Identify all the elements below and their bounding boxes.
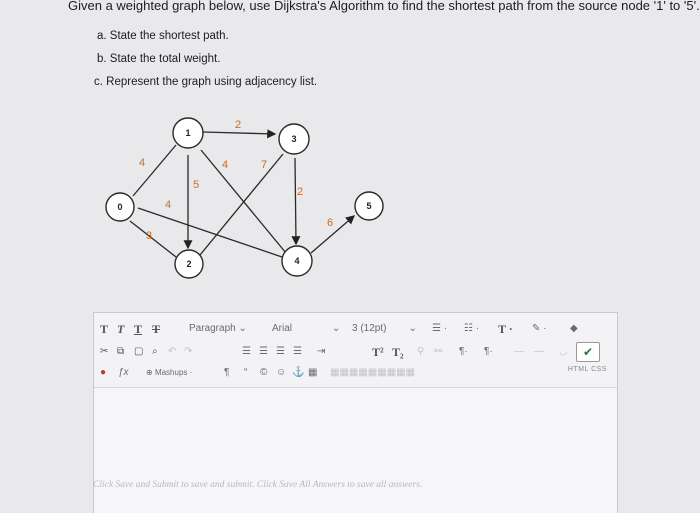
chevron-down-icon: ⌄ — [238, 323, 247, 334]
pilcrow-icon[interactable]: ¶ — [224, 363, 229, 383]
weight-1-3: 2 — [235, 119, 241, 131]
weight-4-5: 6 — [327, 217, 333, 229]
node-5 — [354, 191, 384, 221]
edge-4-5 — [310, 215, 355, 254]
weight-1-2: 5 — [193, 179, 199, 191]
edge-3-2 — [199, 153, 284, 256]
hr-icon[interactable]: — — [514, 342, 524, 362]
clear-format-icon[interactable]: ◆ — [570, 319, 578, 339]
rtl-icon[interactable]: ¶· — [484, 342, 493, 362]
weight-3-4: 2 — [297, 186, 303, 198]
node-4-label: 4 — [294, 256, 299, 266]
edge-1-4 — [200, 149, 287, 254]
node-5-label: 5 — [366, 201, 371, 211]
part-a: a. State the shortest path. — [97, 30, 229, 42]
weight-0-1: 4 — [139, 157, 145, 169]
node-2 — [174, 249, 204, 279]
emoji-icon[interactable]: ☺ — [276, 363, 286, 383]
weight-0-4: 4 — [165, 199, 171, 211]
edge-3-4 — [291, 157, 301, 246]
node-0-label: 0 — [117, 202, 122, 212]
bullet-list-button[interactable]: ☰ · — [432, 319, 447, 339]
find-icon[interactable]: ⌕ — [152, 342, 158, 362]
save-hint: Click Save and Submit to save and submit… — [93, 480, 423, 490]
justify-icon[interactable]: ☰ — [293, 342, 302, 362]
node-1-label: 1 — [185, 128, 190, 138]
toolbar-row-2: ✂ ⧉ ▢ ⌕ ↶ ↷ ☰ ☰ ☰ ☰ ⇥ T² T₂ ⚲ ⚯ ¶· ¶· — … — [94, 342, 617, 362]
node-2-label: 2 — [186, 259, 191, 269]
bold-button[interactable]: T — [100, 319, 108, 339]
weight-0-2: 3 — [146, 230, 152, 242]
link-icon[interactable]: ⚲ — [417, 342, 424, 362]
unlink-icon[interactable]: ⚯ — [434, 342, 442, 362]
highlight-icon[interactable]: ✎ · — [532, 319, 547, 339]
node-3-label: 3 — [291, 134, 296, 144]
anchor-icon[interactable]: ⚓ — [292, 363, 304, 383]
question-text: Given a weighted graph below, use Dijkst… — [68, 0, 700, 13]
embed-icon[interactable]: ◡ — [559, 342, 568, 362]
numbered-list-button[interactable]: ☷ · — [464, 319, 479, 339]
align-left-icon[interactable]: ☰ — [242, 342, 251, 362]
cut-icon[interactable]: ✂ — [100, 342, 108, 362]
font-size-select[interactable]: 3 (12pt) ⌄ — [352, 319, 417, 339]
html-css-toggle[interactable]: HTML CSS — [568, 366, 607, 373]
underline-button[interactable]: T — [134, 319, 142, 339]
spellcheck-icon[interactable]: ✔ — [576, 342, 600, 362]
chevron-down-icon: ⌄ — [332, 323, 341, 334]
undo-icon[interactable]: ↶ — [168, 342, 176, 362]
special-char-icon[interactable]: © — [260, 363, 267, 383]
mashups-button[interactable]: ⊕ Mashups · — [146, 363, 192, 383]
node-0 — [105, 192, 135, 222]
formula-icon[interactable]: ƒx — [118, 363, 129, 383]
paragraph-select[interactable]: Paragraph ⌄ — [189, 319, 247, 339]
indent-icon[interactable]: ⇥ — [317, 342, 325, 362]
quote-icon[interactable]: “ — [244, 363, 247, 383]
hr2-icon[interactable]: — — [534, 342, 544, 362]
node-1 — [172, 117, 204, 149]
answer-textarea[interactable] — [94, 388, 617, 513]
question-parts: a. State the shortest path. b. State the… — [94, 25, 318, 94]
toolbar-row-3: ● ƒx ⊕ Mashups · ¶ “ © ☺ ⚓ ▦ ▦▦▦▦▦▦▦▦▦ H… — [94, 363, 617, 383]
weight-1-4: 4 — [222, 159, 228, 171]
node-3 — [278, 123, 310, 155]
align-right-icon[interactable]: ☰ — [276, 342, 285, 362]
table-tools-icon[interactable]: ▦▦▦▦▦▦▦▦▦ — [330, 363, 415, 383]
strikethrough-button[interactable]: T — [152, 319, 160, 339]
edge-1-3 — [202, 129, 277, 139]
superscript-button[interactable]: T² — [372, 342, 384, 362]
part-b: b. State the total weight. — [97, 53, 221, 65]
align-center-icon[interactable]: ☰ — [259, 342, 268, 362]
edge-0-2 — [129, 220, 177, 258]
redo-icon[interactable]: ↷ — [184, 342, 192, 362]
chevron-down-icon: ⌄ — [408, 323, 417, 334]
edge-0-1 — [132, 144, 177, 197]
paste-icon[interactable]: ▢ — [134, 342, 143, 362]
copy-icon[interactable]: ⧉ — [117, 342, 124, 362]
italic-button[interactable]: T — [117, 319, 124, 339]
text-color-button[interactable]: T · — [498, 319, 513, 339]
subscript-button[interactable]: T₂ — [392, 342, 404, 362]
part-c: c. Represent the graph using adjacency l… — [94, 76, 318, 88]
weight-3-2: 7 — [261, 159, 267, 171]
node-4 — [281, 245, 313, 277]
font-select[interactable]: Arial ⌄ — [272, 319, 340, 339]
toolbar-row-1: T T T T Paragraph ⌄ Arial ⌄ 3 (12pt) ⌄ ☰ ·… — [94, 319, 617, 339]
ltr-icon[interactable]: ¶· — [459, 342, 468, 362]
edge-0-4 — [137, 207, 283, 258]
table-icon[interactable]: ▦ — [308, 363, 317, 383]
mashup-circle-icon[interactable]: ● — [100, 363, 106, 383]
